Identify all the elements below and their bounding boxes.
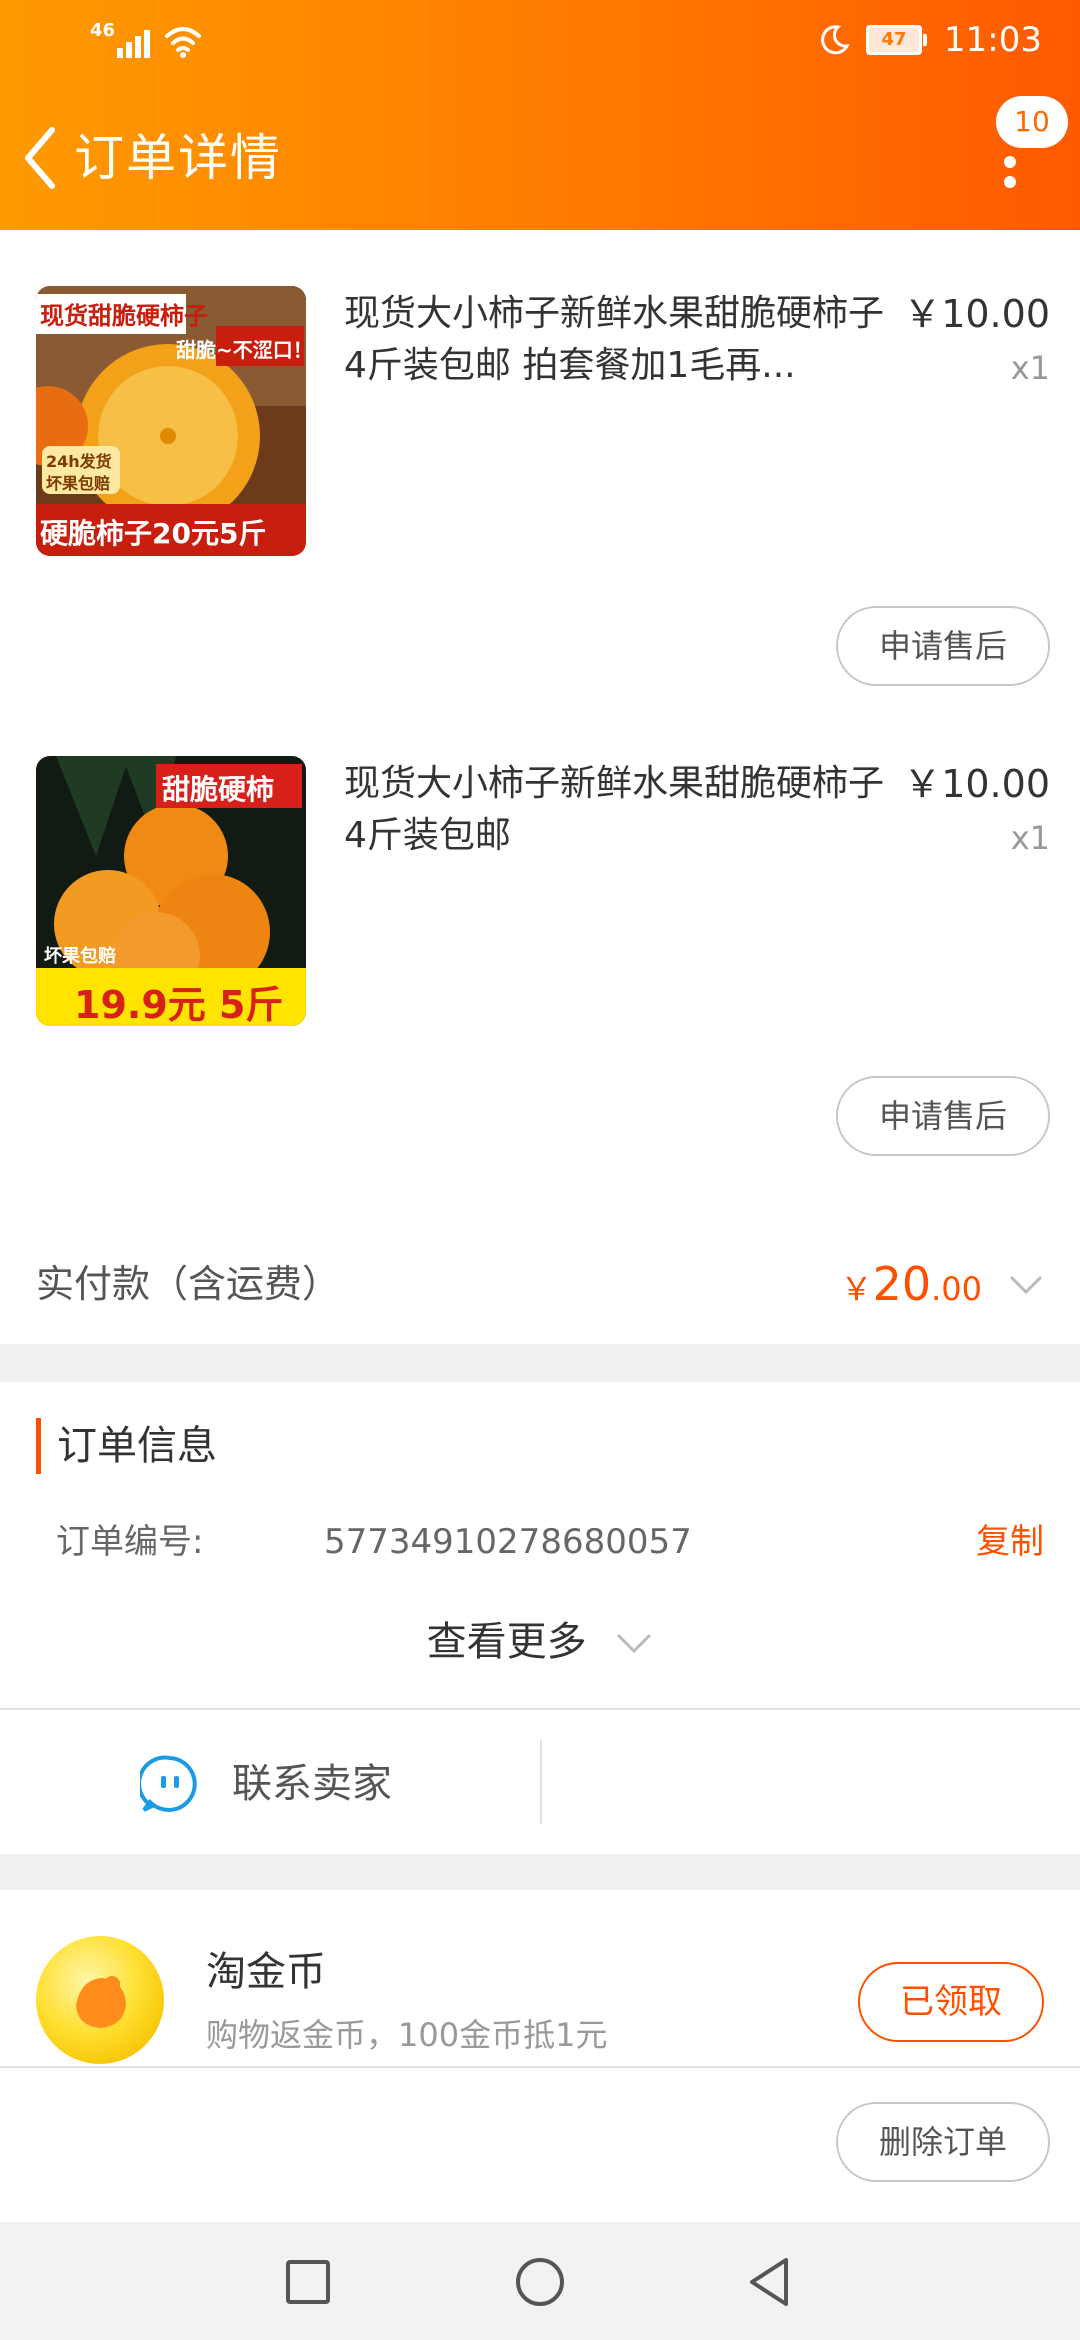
back-icon[interactable] — [16, 118, 62, 198]
recents-icon[interactable] — [278, 2252, 338, 2312]
coin-title: 淘金币 — [206, 1949, 326, 1995]
view-more-label: 查看更多 — [426, 1619, 587, 1665]
back-nav-icon[interactable] — [740, 2252, 800, 2312]
chevron-down-icon — [617, 1633, 652, 1654]
total-label: 实付款（含运费） — [36, 1262, 341, 1306]
moon-icon — [821, 25, 850, 55]
product-name[interactable]: 现货大小柿子新鲜水果甜脆硬柿子4斤装包邮 拍套餐加1毛再... — [344, 288, 894, 392]
clock: 11:03 — [944, 20, 1042, 60]
system-nav-bar — [0, 2222, 1080, 2340]
order-item[interactable]: 现货甜脆硬柿子 甜脆~不涩口！ 24h发货 坏果包赔 硬脆柿子20元5斤 现货大… — [0, 230, 1080, 700]
copy-button[interactable]: 复制 — [976, 1514, 1044, 1570]
contact-seller-label: 联系卖家 — [232, 1761, 392, 1807]
contact-seller-button[interactable]: 联系卖家 — [0, 1710, 540, 1854]
image-banner: 19.9元 5斤 — [74, 983, 284, 1026]
product-price: ￥10.00 — [903, 762, 1050, 806]
cellular-icon: 46 — [90, 20, 153, 58]
coin-description: 购物返金币，100金币抵1元 — [206, 2016, 608, 2054]
total-amount: ￥20.00 — [840, 1257, 982, 1311]
gold-coin-icon — [36, 1936, 164, 2064]
view-more-button[interactable]: 查看更多 — [0, 1612, 1080, 1672]
product-price: ￥10.00 — [903, 292, 1050, 336]
order-item[interactable]: 甜脆硬柿 坏果包赔 19.9元 5斤 现货大小柿子新鲜水果甜脆硬柿子4斤装包邮 … — [0, 700, 1080, 1170]
status-right: 47 11:03 — [818, 20, 1042, 60]
product-image[interactable]: 甜脆硬柿 坏果包赔 19.9元 5斤 — [36, 756, 306, 1026]
wifi-icon — [165, 27, 202, 58]
image-tag: 甜脆硬柿 — [162, 773, 275, 806]
page-title: 订单详情 — [74, 129, 282, 187]
home-icon[interactable] — [510, 2252, 570, 2312]
divider — [540, 1740, 542, 1824]
product-qty: x1 — [1010, 349, 1050, 387]
battery-icon: 47 — [866, 25, 928, 55]
after-sale-button[interactable]: 申请售后 — [836, 606, 1050, 686]
network-type: 46 — [90, 20, 116, 41]
image-badge: 坏果包赔 — [44, 946, 116, 967]
total-row[interactable]: 实付款（含运费） ￥20.00 — [0, 1226, 1080, 1346]
section-gap — [0, 1344, 1080, 1382]
order-number: 57734910278680057 — [324, 1522, 692, 1562]
image-banner: 硬脆柿子20元5斤 — [40, 517, 267, 550]
image-text-sub: 甜脆~不涩口！ — [176, 338, 306, 362]
header: 46 47 11:03 订单详情 10 — [0, 0, 1080, 230]
image-badge-line2: 坏果包赔 — [46, 474, 111, 493]
product-name[interactable]: 现货大小柿子新鲜水果甜脆硬柿子4斤装包邮 — [344, 758, 894, 862]
signal-area: 46 — [90, 20, 203, 58]
status-bar: 46 47 11:03 — [0, 0, 1080, 84]
bottom-action-bar: 删除订单 — [0, 2066, 1080, 2224]
order-info-title: 订单信息 — [36, 1418, 217, 1474]
product-qty: x1 — [1010, 819, 1050, 857]
message-badge: 10 — [996, 96, 1068, 148]
claimed-button[interactable]: 已领取 — [858, 1962, 1044, 2042]
delete-order-button[interactable]: 删除订单 — [836, 2102, 1050, 2182]
image-badge-line1: 24h发货 — [46, 452, 112, 471]
chat-bubble-icon — [140, 1755, 197, 1812]
image-text-top: 现货甜脆硬柿子 — [40, 302, 208, 330]
order-number-label: 订单编号: — [56, 1522, 204, 1562]
chevron-down-icon[interactable] — [1008, 1274, 1044, 1296]
section-gap — [0, 1854, 1080, 1890]
product-image[interactable]: 现货甜脆硬柿子 甜脆~不涩口！ 24h发货 坏果包赔 硬脆柿子20元5斤 — [36, 286, 306, 556]
after-sale-button[interactable]: 申请售后 — [836, 1076, 1050, 1156]
